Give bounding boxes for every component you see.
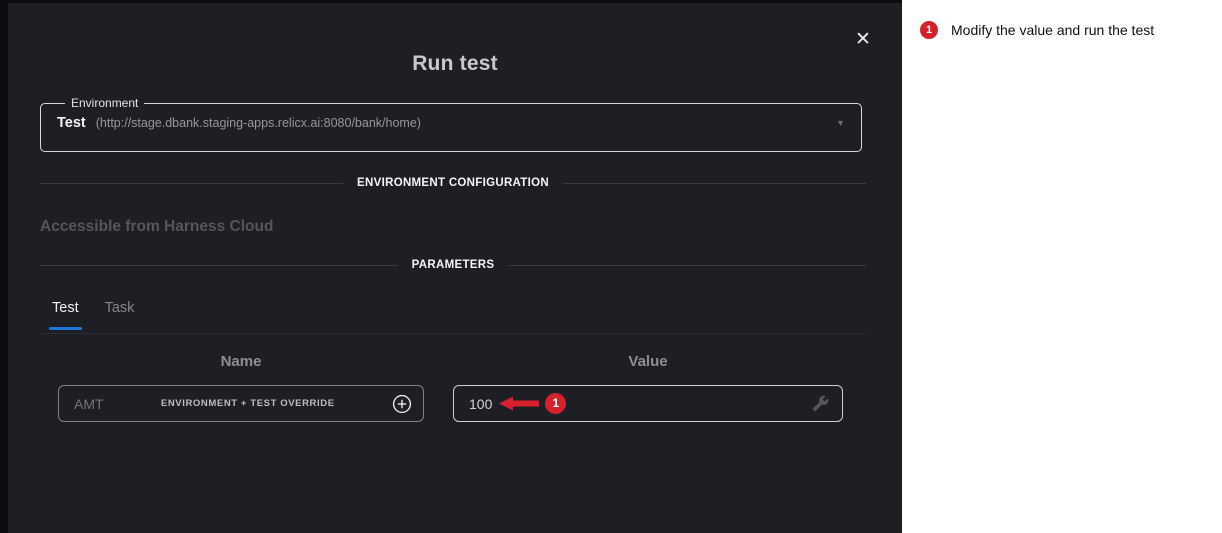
annotation-arrow-left-icon xyxy=(499,396,539,411)
override-scope-label: ENVIRONMENT + TEST OVERRIDE xyxy=(104,398,392,409)
divider-line xyxy=(40,183,343,184)
environment-selected-option[interactable]: Test (http://stage.dbank.staging-apps.re… xyxy=(57,115,845,131)
parameter-value-input[interactable]: 100 1 xyxy=(453,385,843,422)
run-test-dialog: ✕ Run test Environment Test (http://stag… xyxy=(8,3,902,533)
annotation-panel: 1 Modify the value and run the test xyxy=(902,0,1222,533)
tab-test[interactable]: Test xyxy=(52,300,79,328)
wrench-icon[interactable] xyxy=(812,395,829,412)
add-parameter-icon[interactable] xyxy=(392,394,412,414)
environment-name: Test xyxy=(57,115,86,131)
divider-line xyxy=(508,265,866,266)
annotation-text: Modify the value and run the test xyxy=(951,21,1154,39)
environment-select[interactable]: Environment Test (http://stage.dbank.sta… xyxy=(40,96,862,152)
parameters-tabs: Test Task xyxy=(52,300,134,328)
harness-cloud-note: Accessible from Harness Cloud xyxy=(40,218,273,236)
divider-line xyxy=(40,265,398,266)
environment-legend: Environment xyxy=(65,96,144,110)
parameter-name-field[interactable]: AMT ENVIRONMENT + TEST OVERRIDE xyxy=(58,385,424,422)
screen: ✕ Run test Environment Test (http://stag… xyxy=(0,0,1222,533)
column-header-value: Value xyxy=(453,353,843,370)
environment-configuration-label: ENVIRONMENT CONFIGURATION xyxy=(357,177,549,189)
annotation-number-badge: 1 xyxy=(920,21,938,39)
parameter-name-text: AMT xyxy=(74,396,104,412)
dialog-title: Run test xyxy=(8,52,902,76)
close-icon[interactable]: ✕ xyxy=(852,29,874,51)
parameter-value-text: 100 xyxy=(469,396,492,412)
divider-line xyxy=(563,183,866,184)
parameters-label: PARAMETERS xyxy=(412,259,495,271)
parameters-divider: PARAMETERS xyxy=(40,259,866,271)
annotation-step-badge: 1 xyxy=(545,393,566,414)
environment-url: (http://stage.dbank.staging-apps.relicx.… xyxy=(96,116,421,130)
column-header-name: Name xyxy=(58,353,424,370)
annotation-item: 1 Modify the value and run the test xyxy=(902,0,1222,39)
environment-configuration-divider: ENVIRONMENT CONFIGURATION xyxy=(40,177,866,189)
tab-task[interactable]: Task xyxy=(105,300,135,328)
chevron-down-icon[interactable]: ▼ xyxy=(836,118,845,128)
tabs-bottom-border xyxy=(40,333,866,334)
